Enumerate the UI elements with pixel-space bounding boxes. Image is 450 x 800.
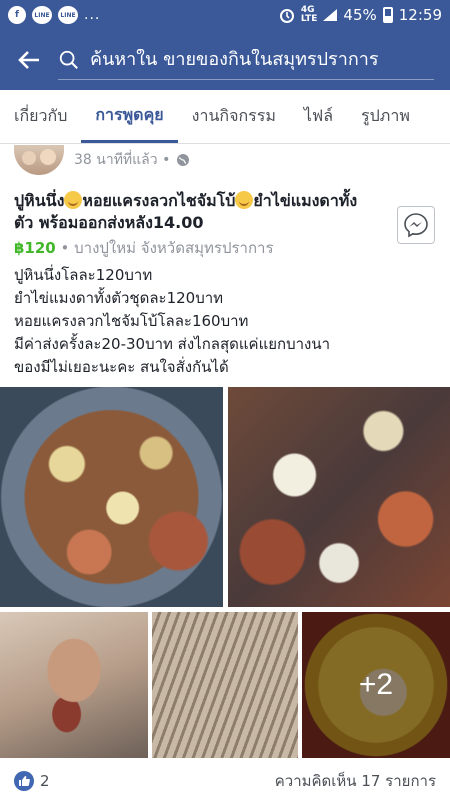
- group-tabs: เกี่ยวกับ การพูดคุย งานกิจกรรม ไฟล์ รูปภ…: [0, 90, 450, 144]
- search-header: [0, 30, 450, 90]
- comment-count[interactable]: ความคิดเห็น 17 รายการ: [275, 769, 436, 793]
- photo-crab-closeup[interactable]: [228, 387, 450, 607]
- post-footer: 2 ความคิดเห็น 17 รายการ: [0, 762, 450, 800]
- location: • บางปูใหม่ จังหวัดสมุทรปราการ: [55, 239, 274, 257]
- post-body-line: ยำไข่แมงดาทั้งตัวชุดละ120บาท: [14, 289, 224, 307]
- battery-percent: 45%: [343, 6, 377, 24]
- post-title: ปูหินนึ่ง หอยแครงลวกไชจัมโบ้ ยำไข่แมงดาทั้…: [14, 191, 358, 232]
- messenger-button[interactable]: [397, 206, 435, 244]
- like-icon: [14, 771, 34, 791]
- tab-files[interactable]: ไฟล์: [290, 90, 347, 143]
- photo-cockles[interactable]: [152, 612, 298, 758]
- more-photos-count: +2: [302, 612, 450, 758]
- more-notifications: ...: [84, 7, 101, 23]
- line-app-icon: LINE: [32, 6, 52, 24]
- post-time[interactable]: 38 นาทีที่แล้ว •: [74, 149, 170, 171]
- status-bar: f LINE LINE ... 4G LTE 45% 12:59: [0, 0, 450, 30]
- signal-icon: [323, 9, 338, 21]
- photo-more[interactable]: +2: [302, 612, 450, 758]
- post-body-line: มีค่าส่งครั้งละ20-30บาท ส่งไกลสุดแค่แยกบ…: [14, 335, 331, 353]
- photo-cockle-in-hand[interactable]: [0, 612, 148, 758]
- tab-about[interactable]: เกี่ยวกับ: [0, 90, 81, 143]
- back-arrow-icon: [18, 51, 39, 69]
- smile-emoji-icon-2: [235, 191, 254, 209]
- tab-events[interactable]: งานกิจกรรม: [178, 90, 290, 143]
- alarm-icon: [279, 9, 294, 23]
- avatar[interactable]: [14, 145, 64, 175]
- post-body-line: หอยแครงลวกไชจัมโบ้โลละ160บาท: [14, 312, 249, 330]
- tab-discussion[interactable]: การพูดคุย: [81, 90, 178, 143]
- post-header: 38 นาทีที่แล้ว •: [14, 144, 190, 176]
- facebook-notification-icon: f: [8, 6, 26, 24]
- messenger-icon: [404, 213, 428, 238]
- battery-icon: [382, 7, 393, 23]
- clock: 12:59: [398, 6, 442, 24]
- globe-icon: [177, 154, 190, 166]
- price: ฿120: [14, 239, 56, 257]
- post-body-line: ปูหินนึ่งโลละ120บาท: [14, 266, 153, 284]
- tab-photos[interactable]: รูปภาพ: [347, 90, 424, 143]
- post-body: ปูหินนึ่งโลละ120บาท ยำไข่แมงดาทั้งตัวชุด…: [14, 264, 434, 379]
- like-count[interactable]: 2: [40, 772, 50, 790]
- post-body-line: ของมีไม่เยอะนะคะ สนใจสั่งกันได้: [14, 358, 229, 376]
- smile-emoji-icon: [64, 191, 83, 209]
- price-line: ฿120 • บางปูใหม่ จังหวัดสมุทรปราการ: [14, 236, 274, 260]
- network-type: 4G LTE: [300, 5, 318, 24]
- search-icon: [59, 50, 78, 69]
- search-input[interactable]: [89, 49, 434, 70]
- back-button[interactable]: [0, 30, 58, 90]
- line-app-icon-2: LINE: [58, 6, 78, 24]
- photo-steamed-crabs[interactable]: [0, 387, 223, 607]
- search-box[interactable]: [58, 40, 434, 80]
